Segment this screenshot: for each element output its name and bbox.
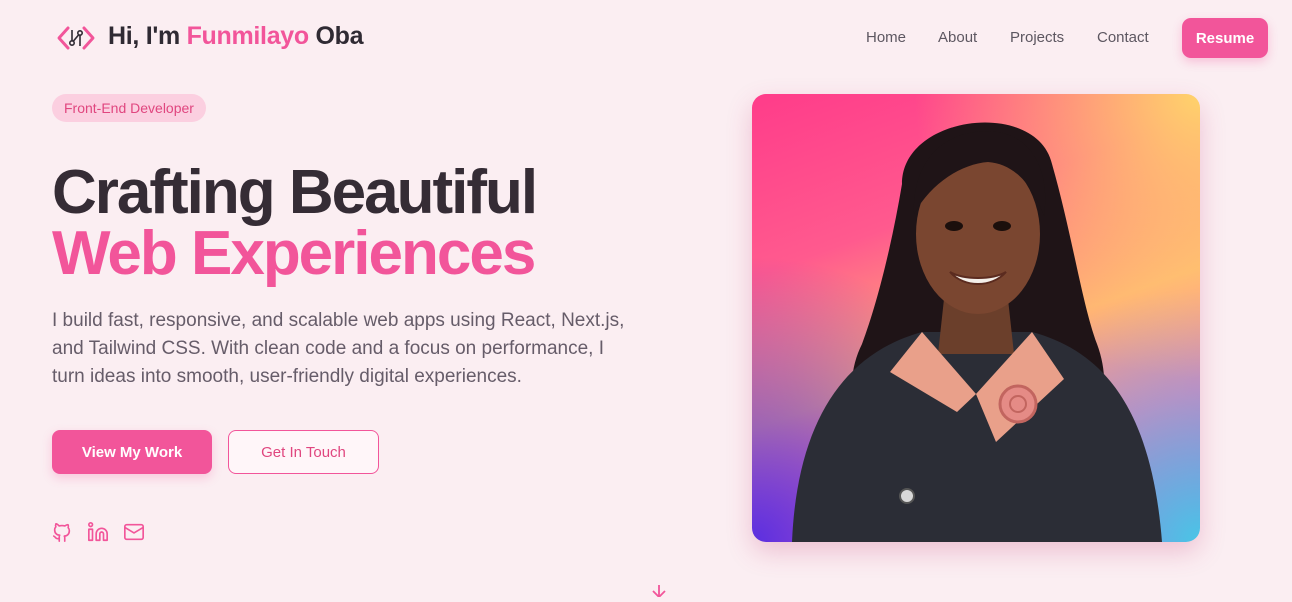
- headline-line-2: Web Experiences: [52, 219, 536, 288]
- brand-name-accent: Funmilayo: [186, 22, 310, 50]
- code-logo-icon[interactable]: [56, 22, 96, 54]
- view-my-work-button[interactable]: View My Work: [52, 430, 212, 474]
- site-header: Hi, I'm Funmilayo Oba Home About Project…: [0, 0, 1292, 76]
- profile-portrait-illustration: [792, 122, 1162, 542]
- nav-contact[interactable]: Contact: [1097, 29, 1149, 46]
- get-in-touch-button[interactable]: Get In Touch: [228, 430, 379, 474]
- github-icon[interactable]: [51, 521, 73, 543]
- nav-projects[interactable]: Projects: [1010, 29, 1064, 46]
- brand-title[interactable]: Hi, I'm Funmilayo Oba: [108, 22, 364, 51]
- resume-button[interactable]: Resume: [1182, 18, 1268, 58]
- mail-icon[interactable]: [123, 521, 145, 543]
- headline-line-1: Crafting Beautiful: [52, 158, 538, 227]
- role-badge: Front-End Developer: [52, 94, 206, 122]
- profile-photo: [752, 94, 1200, 542]
- hero-description: I build fast, responsive, and scalable w…: [52, 310, 625, 387]
- brand-name-rest: Oba: [308, 22, 364, 50]
- nav-about[interactable]: About: [938, 29, 977, 46]
- linkedin-icon[interactable]: [87, 521, 109, 543]
- nav-home[interactable]: Home: [866, 29, 906, 46]
- brand-prefix: Hi, I'm: [108, 22, 187, 50]
- scroll-down-icon[interactable]: [650, 584, 668, 599]
